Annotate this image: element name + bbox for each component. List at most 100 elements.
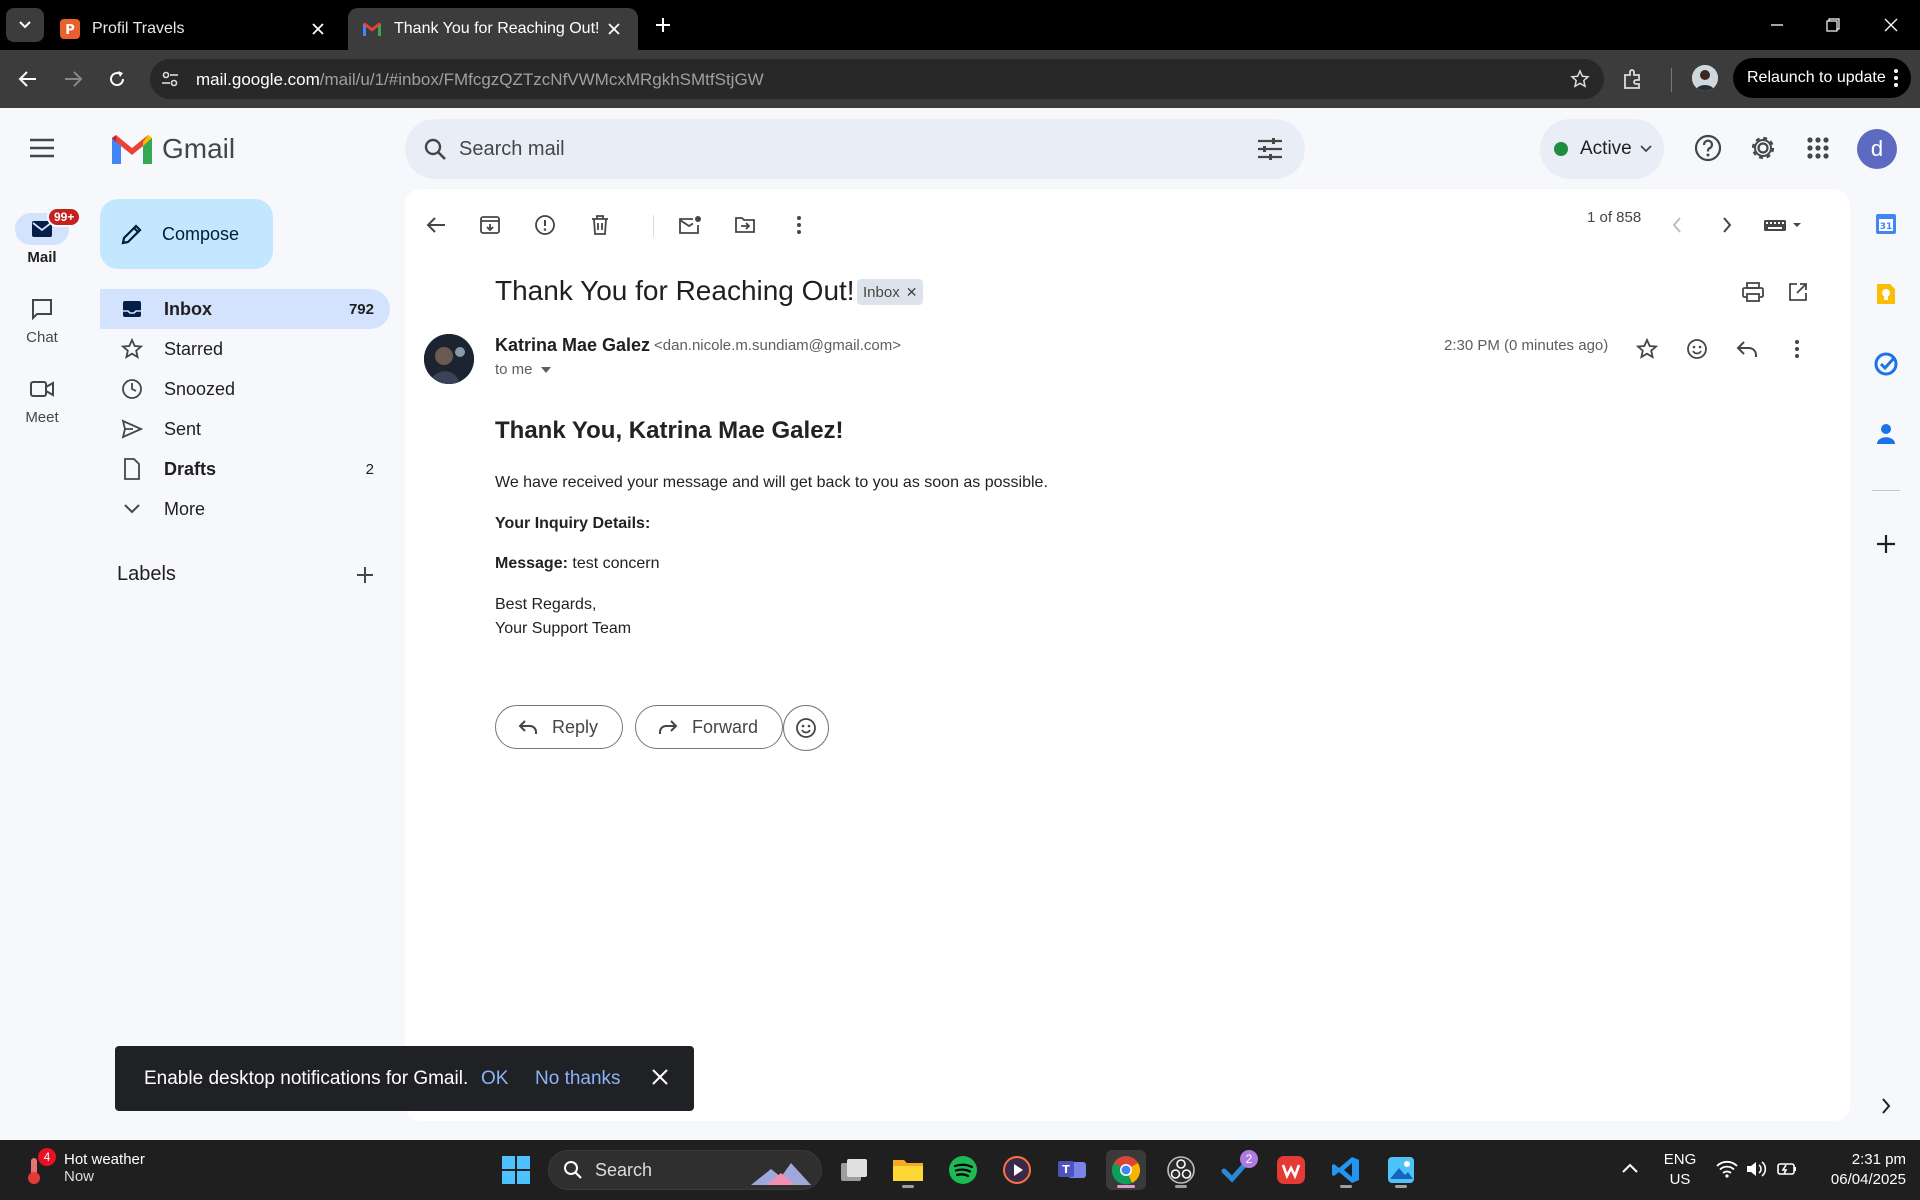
forward-button[interactable]: Forward	[635, 705, 784, 749]
browser-tab-profil-travels[interactable]: P Profil Travels	[46, 8, 342, 50]
close-icon[interactable]	[308, 19, 328, 39]
contacts-app-button[interactable]	[1872, 420, 1900, 448]
start-button[interactable]	[496, 1150, 536, 1190]
search-mail-input[interactable]: Search mail	[405, 119, 1305, 179]
clock[interactable]: 2:31 pm 06/04/2025	[1810, 1150, 1906, 1190]
minimize-button[interactable]	[1760, 10, 1794, 40]
star-button[interactable]	[1629, 331, 1665, 367]
toast-ok-button[interactable]: OK	[481, 1068, 508, 1090]
back-button[interactable]	[12, 63, 44, 95]
move-to-button[interactable]	[727, 207, 763, 243]
forward-button[interactable]	[57, 63, 89, 95]
obs-button[interactable]	[1161, 1150, 1201, 1190]
battery-icon[interactable]	[1776, 1160, 1798, 1178]
chrome-button[interactable]	[1106, 1150, 1146, 1190]
teams-button[interactable]: T	[1052, 1150, 1092, 1190]
team-line: Your Support Team	[495, 620, 632, 637]
tab-search-button[interactable]	[6, 8, 44, 42]
remove-label-icon[interactable]: ✕	[906, 284, 918, 301]
site-settings-icon[interactable]	[160, 69, 180, 89]
nav-item-snoozed[interactable]: Snoozed	[100, 369, 390, 409]
media-player-button[interactable]	[997, 1150, 1037, 1190]
close-icon	[1884, 18, 1898, 32]
nav-item-drafts[interactable]: Drafts 2	[100, 449, 390, 489]
main-menu-button[interactable]	[22, 128, 62, 168]
message-more-button[interactable]	[1779, 331, 1815, 367]
todo-button[interactable]: 2	[1216, 1150, 1258, 1190]
print-all-button[interactable]	[1735, 274, 1771, 310]
back-to-inbox-button[interactable]	[418, 207, 454, 243]
toast-no-thanks-button[interactable]: No thanks	[535, 1068, 621, 1090]
compose-button[interactable]: Compose	[100, 199, 273, 269]
emoji-reaction-button[interactable]	[783, 705, 829, 751]
search-options-icon[interactable]	[1257, 137, 1283, 161]
nav-item-more[interactable]: More	[100, 489, 390, 529]
task-view-button[interactable]	[834, 1150, 874, 1190]
older-message-button[interactable]	[1709, 207, 1745, 243]
browser-profile-avatar[interactable]	[1692, 65, 1718, 91]
show-side-panel-button[interactable]	[1872, 1092, 1900, 1120]
vscode-icon	[1332, 1157, 1359, 1183]
bookmark-star-icon[interactable]	[1570, 69, 1590, 89]
keep-app-button[interactable]	[1872, 280, 1900, 308]
sender-email: <dan.nicole.m.sundiam@gmail.com>	[654, 337, 902, 354]
archive-button[interactable]	[472, 207, 508, 243]
inbox-label-chip[interactable]: Inbox ✕	[857, 279, 924, 305]
sender-avatar[interactable]	[424, 334, 474, 384]
extensions-icon[interactable]	[1621, 67, 1645, 91]
reply-button[interactable]: Reply	[495, 705, 624, 749]
relaunch-to-update-button[interactable]: Relaunch to update	[1733, 58, 1911, 98]
rail-chat[interactable]: Chat	[0, 293, 84, 346]
weather-title: Hot weather	[64, 1151, 145, 1168]
gmail-logo[interactable]: Gmail	[112, 133, 235, 165]
taskbar-search[interactable]: Search	[548, 1150, 822, 1190]
language-indicator[interactable]: ENG US	[1662, 1150, 1698, 1190]
address-bar[interactable]: mail.google.com/mail/u/1/#inbox/FMfcgzQZ…	[150, 59, 1604, 99]
newer-message-button[interactable]	[1659, 207, 1695, 243]
support-button[interactable]	[1688, 128, 1728, 168]
sender-name[interactable]: Katrina Mae Galez	[495, 335, 650, 356]
browser-tab-gmail[interactable]: Thank You for Reaching Out! - d	[348, 8, 638, 50]
delete-button[interactable]	[582, 207, 618, 243]
add-reaction-button[interactable]	[1679, 331, 1715, 367]
spotify-button[interactable]	[943, 1150, 983, 1190]
settings-button[interactable]	[1743, 128, 1783, 168]
photos-button[interactable]	[1381, 1150, 1421, 1190]
account-avatar[interactable]: d	[1857, 129, 1897, 169]
nav-item-starred[interactable]: Starred	[100, 329, 390, 369]
close-window-button[interactable]	[1874, 10, 1908, 40]
chevron-up-icon[interactable]	[1622, 1163, 1638, 1173]
print-icon	[1742, 282, 1764, 302]
new-tab-button[interactable]	[650, 12, 676, 38]
close-icon[interactable]	[651, 1068, 669, 1086]
volume-icon[interactable]	[1746, 1160, 1768, 1178]
folder-icon	[893, 1160, 923, 1181]
tasks-app-button[interactable]	[1872, 350, 1900, 378]
wps-office-button[interactable]	[1271, 1150, 1311, 1190]
add-label-icon[interactable]	[354, 564, 376, 586]
nav-item-sent[interactable]: Sent	[100, 409, 390, 449]
weather-widget[interactable]: 4 Hot weather Now	[24, 1148, 145, 1186]
status-selector[interactable]: Active	[1540, 119, 1664, 179]
input-tools-button[interactable]	[1759, 207, 1809, 243]
rail-meet[interactable]: Meet	[0, 373, 84, 426]
close-icon[interactable]	[604, 19, 624, 39]
recipient-details[interactable]: to me	[495, 361, 551, 378]
reload-button[interactable]	[101, 63, 133, 95]
open-new-window-button[interactable]	[1780, 274, 1816, 310]
reply-icon-button[interactable]	[1729, 331, 1765, 367]
nav-item-inbox[interactable]: Inbox 792	[100, 289, 390, 329]
mark-unread-button[interactable]	[672, 207, 708, 243]
get-addons-button[interactable]	[1872, 530, 1900, 558]
unread-badge: 99+	[47, 207, 82, 227]
wifi-icon[interactable]	[1716, 1160, 1738, 1178]
restore-button[interactable]	[1816, 10, 1850, 40]
google-apps-button[interactable]	[1798, 128, 1838, 168]
vscode-button[interactable]	[1326, 1150, 1366, 1190]
search-icon[interactable]	[423, 137, 447, 161]
calendar-app-button[interactable]: 31	[1872, 210, 1900, 238]
report-spam-button[interactable]	[527, 207, 563, 243]
more-options-button[interactable]	[781, 207, 817, 243]
rail-mail[interactable]: 99+ Mail	[0, 207, 84, 266]
file-explorer-button[interactable]	[888, 1150, 928, 1190]
